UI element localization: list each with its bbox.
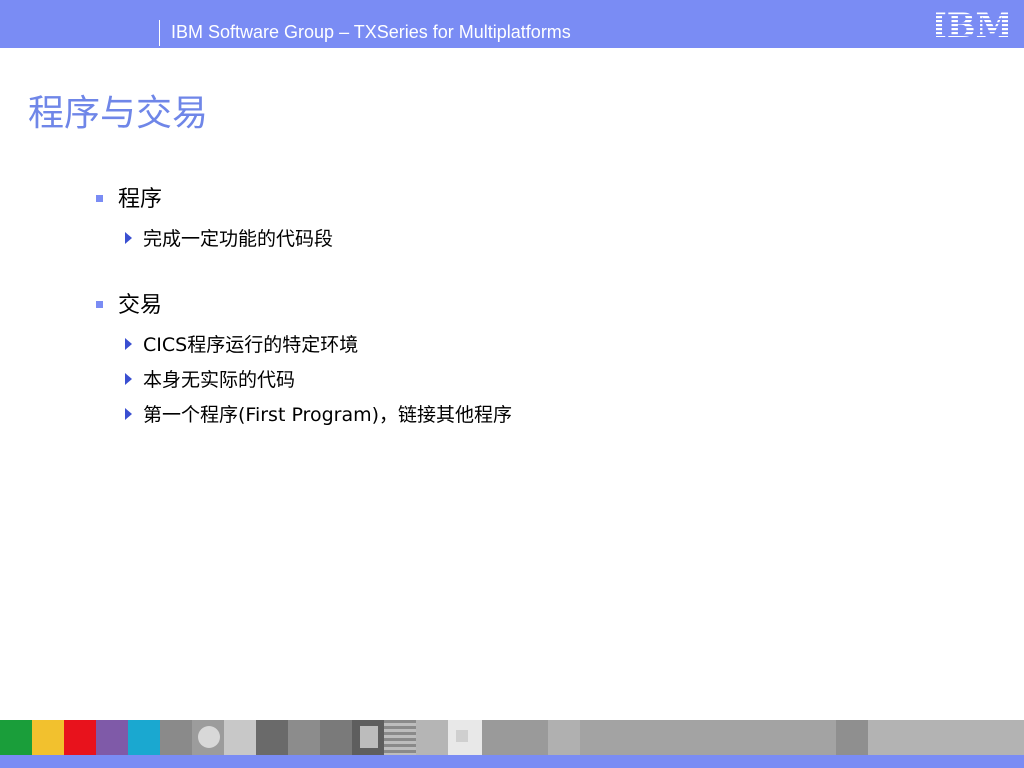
photo-tile [320,720,352,755]
bullet-label: 交易 [118,293,163,318]
photo-tile [160,720,192,755]
photo-tile [224,720,256,755]
header-divider [159,20,160,46]
footer [0,720,1024,768]
square-bullet-icon [96,301,103,308]
photo-tile [384,720,416,755]
color-tile-green [0,720,32,755]
bullet-item: 程序 [96,186,896,216]
header-bar: IBM Software Group – TXSeries for Multip… [0,0,1024,48]
photo-tile [868,720,1024,755]
triangle-bullet-icon [125,408,132,420]
photo-tile [580,720,836,755]
color-tile-cyan [128,720,160,755]
triangle-bullet-icon [125,373,132,385]
triangle-bullet-icon [125,232,132,244]
triangle-bullet-icon [125,338,132,350]
sub-bullet-label: CICS程序运行的特定环境 [143,334,359,356]
photo-tile [352,720,384,755]
bullet-label: 程序 [118,187,163,212]
photo-tile [192,720,224,755]
sub-bullet-item: 第一个程序(First Program)，链接其他程序 [125,403,925,429]
bullet-item: 交易 [96,292,896,322]
sub-bullet-label: 完成一定功能的代码段 [143,228,334,250]
sub-bullet-label: 第一个程序(First Program)，链接其他程序 [143,404,513,426]
photo-tile [836,720,868,755]
footer-bar [0,755,1024,768]
sub-bullet-item: 完成一定功能的代码段 [125,227,925,253]
sub-bullet-item: 本身无实际的代码 [125,368,925,394]
ibm-logo-text: IBM [936,8,1008,40]
photo-tile [416,720,448,755]
photo-tile [288,720,320,755]
header-title: IBM Software Group – TXSeries for Multip… [171,22,571,42]
sub-bullet-label: 本身无实际的代码 [143,369,296,391]
color-tile-purple [96,720,128,755]
square-bullet-icon [96,195,103,202]
photo-tile [548,720,580,755]
sub-bullet-item: CICS程序运行的特定环境 [125,333,925,359]
footer-image-strip [0,720,1024,755]
slide-title: 程序与交易 [28,93,209,134]
photo-tile [482,720,548,755]
color-tile-yellow [32,720,64,755]
ibm-logo: IBM [936,8,1008,40]
photo-tile [448,720,482,755]
color-tile-red [64,720,96,755]
photo-tile [256,720,288,755]
